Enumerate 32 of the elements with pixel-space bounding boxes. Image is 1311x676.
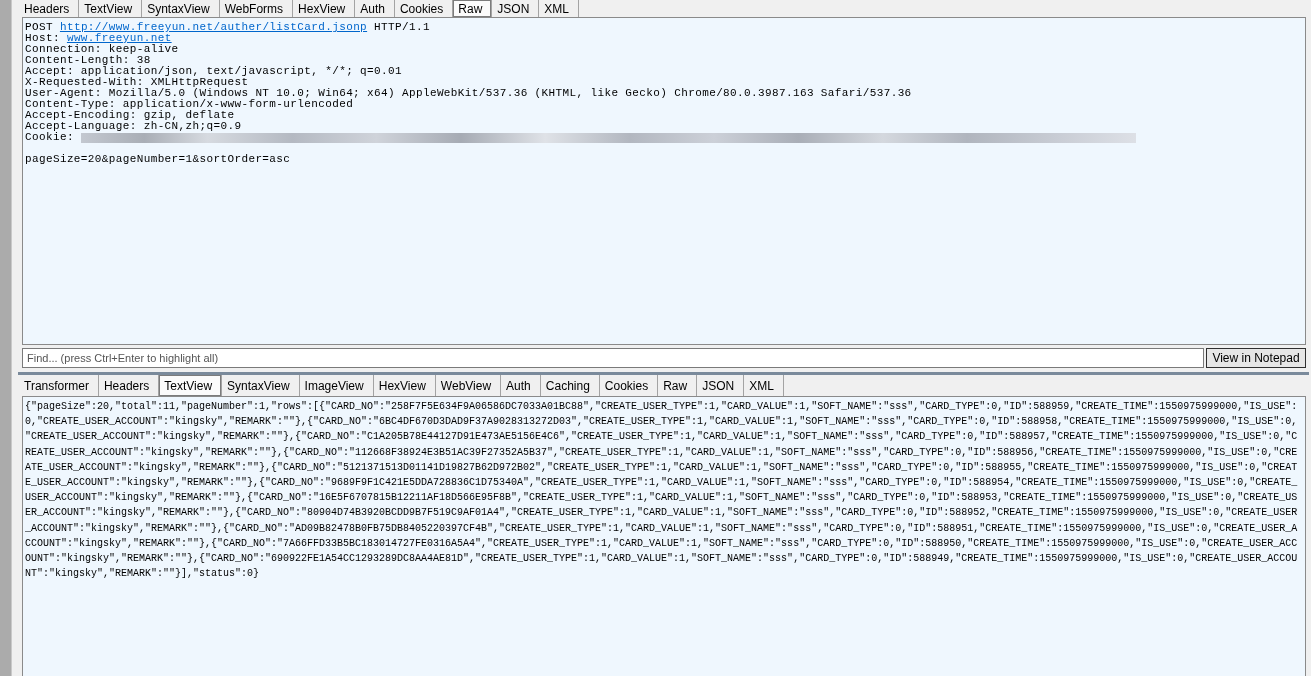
response-line: REATE_USER_ACCOUNT":"kingsky","REMARK":""},{"CARD_NO":"112668F38924E3B51AC39F27352A5B37","CREATE_USER_TYPE":1,"CARD_VALUE":1,"SOFT_NAME":"sss","CARD_TYPE":0,"ID":588956,"CREATE_TIME":1550975999000,"IS_USE":0,"CRE xyxy=(25,445,1299,460)
response-line: NT":"kingsky","REMARK":""}],"status":0} xyxy=(25,567,261,582)
splitter-handle[interactable] xyxy=(18,372,1309,375)
header-line: Content-Length: 38 xyxy=(25,55,151,66)
header-line: Host: xyxy=(25,33,60,44)
response-line: USER_ACCOUNT":"kingsky","REMARK":""},{"CARD_NO":"16E5F6707815B12211AF18D566E95F8B","CREATE_USER_TYPE":1,"CARD_VALUE":1,"SOFT_NAME":"sss","CARD_TYPE":0,"ID":588953,"CREATE_TIME":1550975999000,"IS_USE":0,"CREATE_US xyxy=(25,491,1299,506)
response-line: E_USER_ACCOUNT":"kingsky","REMARK":""},{"CARD_NO":"9689F9F1C421E5DDA728836C1D75340A","CREATE_USER_TYPE":1,"CARD_VALUE":1,"SOFT_NAME":"sss","CARD_TYPE":0,"ID":588954,"CREATE_TIME":1550975999000,"IS_USE":0,"CREATE_ xyxy=(25,475,1299,490)
request-body: pageSize=20&pageNumber=1&sortOrder=asc xyxy=(25,154,291,165)
response-line: CCOUNT":"kingsky","REMARK":""},{"CARD_NO":"7A66FFD33B5BC183014727FE0316A5A4","CREATE_USER_TYPE":1,"CARD_VALUE":1,"SOFT_NAME":"sss","CARD_TYPE":0,"ID":588950,"CREATE_TIME":1550975999000,"IS_USE":0,"CREATE_USER_ACC xyxy=(25,536,1299,551)
tab[interactable]: Raw xyxy=(453,0,493,17)
response-line: OUNT":"kingsky","REMARK":""},{"CARD_NO":"690922FE1A54CC1293289DC8AA4AE81D","CREATE_USER_TYPE":1,"CARD_VALUE":1,"SOFT_NAME":"sss","CARD_TYPE":0,"ID":588949,"CREATE_TIME":1550975999000,"IS_USE":0,"CREATE_USER_ACCOU xyxy=(25,551,1299,566)
header-line: Connection: keep-alive xyxy=(25,44,179,55)
response-line: ER_ACCOUNT":"kingsky","REMARK":""},{"CARD_NO":"80904D74B3920BCDD9B7F519C9AF01A4","CREATE_USER_TYPE":1,"CARD_VALUE":1,"SOFT_NAME":"sss","CARD_TYPE":0,"ID":588952,"CREATE_TIME":1550975999000,"IS_USE":0,"CREATE_USER xyxy=(25,506,1299,521)
header-line: Content-Type: application/x-www-form-urlencoded xyxy=(25,99,354,110)
response-line: "CREATE_USER_ACCOUNT":"kingsky","REMARK":""},{"CARD_NO":"C1A205B78E44127D91E473AE5156E4C6","CREATE_USER_TYPE":1,"CARD_VALUE":1,"SOFT_NAME":"sss","CARD_TYPE":0,"ID":588957,"CREATE_TIME":1550975999000,"IS_USE":0,"C xyxy=(25,430,1299,445)
find-field[interactable]: Find... (press Ctrl+Enter to highlight all) xyxy=(22,348,1204,368)
response-line: {"pageSize":20,"total":11,"pageNumber":1,"rows":[{"CARD_NO":"258F7F5E634F9A06586DC7033A01BC88","CREATE_USER_TYPE":1,"CARD_VALUE":1,"SOFT_NAME":"sss","CARD_TYPE":0,"ID":588959,"CREATE_TIME":1550975999000,"IS_USE": xyxy=(25,400,1299,414)
header-line: Accept-Encoding: gzip, deflate xyxy=(25,110,235,121)
header-line: Cookie: xyxy=(25,132,74,143)
http-version: HTTP/1.1 xyxy=(374,22,430,33)
response-line: ATE_USER_ACCOUNT":"kingsky","REMARK":""},{"CARD_NO":"5121371513D01141D19827B62D972B02","CREATE_USER_TYPE":1,"CARD_VALUE":1,"SOFT_NAME":"sss","CARD_TYPE":0,"ID":588955,"CREATE_TIME":1550975999000,"IS_USE":0,"CREAT xyxy=(25,460,1299,475)
host-link[interactable]: www.freeyun.net xyxy=(66,33,172,44)
header-line: X-Requested-With: XMLHttpRequest xyxy=(25,77,249,88)
header-line: Accept-Language: zh-CN,zh;q=0.9 xyxy=(25,121,242,132)
url-link[interactable]: http://www.freeyun.net/auther/listCard.jsonp xyxy=(59,22,368,33)
header-line: User-Agent: Mozilla/5.0 (Windows NT 10.0; Win64; x64) AppleWebKit/537.36 (KHTML, like Gecko) Chrome/80.0.3987.163 Safari/537.36 xyxy=(25,88,912,99)
request-method: POST xyxy=(25,22,53,33)
header-line: Accept: application/json, text/javascript, */*; q=0.01 xyxy=(25,66,402,77)
tab[interactable]: TextView xyxy=(159,375,223,396)
view-in-notepad-button[interactable]: View in Notepad xyxy=(1206,348,1306,368)
response-line: 0,"CREATE_USER_ACCOUNT":"kingsky","REMARK":""},{"CARD_NO":"6BC4DF670D3DAD9F37A9028313272D03","CREATE_USER_TYPE":1,"CARD_VALUE":1,"SOFT_NAME":"sss","CARD_TYPE":0,"ID":588958,"CREATE_TIME":1550975999000,"IS_USE":0, xyxy=(25,415,1299,430)
response-line: _ACCOUNT":"kingsky","REMARK":""},{"CARD_NO":"AD09B82478B0FB75DB8405220397CF4B","CREATE_USER_TYPE":1,"CARD_VALUE":1,"SOFT_NAME":"sss","CARD_TYPE":0,"ID":588951,"CREATE_TIME":1550975999000,"IS_USE":0,"CREATE_USER_A xyxy=(25,521,1299,536)
